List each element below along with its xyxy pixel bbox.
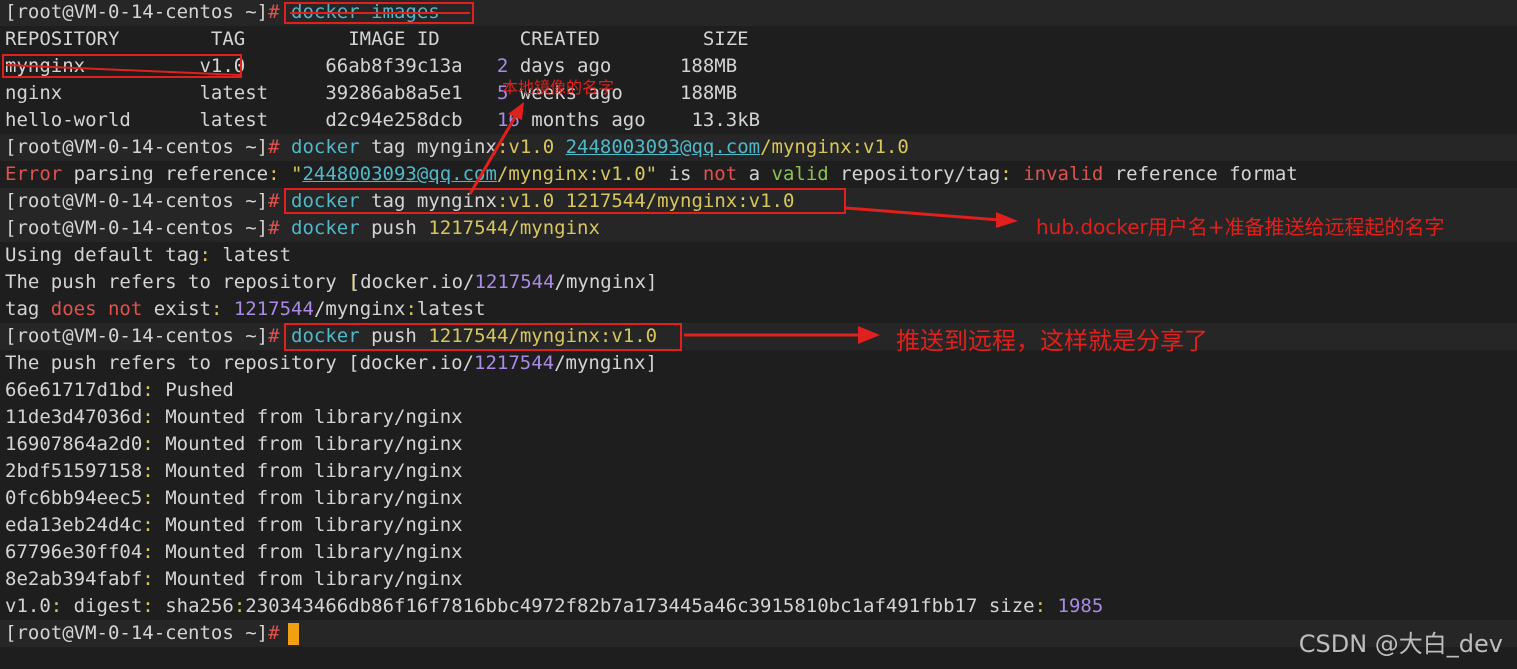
arrow-local-name [468, 111, 520, 195]
underline-mynginx [5, 64, 241, 76]
annotation-local-name: 本地镜像的名字 [502, 78, 615, 97]
arrowhead-push-remote [858, 326, 880, 344]
annotation-arrows [5, 12, 1018, 344]
arrowhead-local-name [508, 102, 524, 120]
watermark: CSDN @大白_dev [1298, 630, 1503, 658]
arrowhead-hub-name [996, 212, 1018, 228]
annotation-hub-name: hub.docker用户名+准备推送给远程起的名字 [1036, 215, 1445, 239]
annotation-push-remote: 推送到远程，这样就是分享了 [896, 327, 1208, 355]
terminal-window[interactable]: [root@VM-0-14-centos ~]# docker images R… [0, 0, 1517, 669]
arrow-hub-name [845, 206, 1001, 222]
